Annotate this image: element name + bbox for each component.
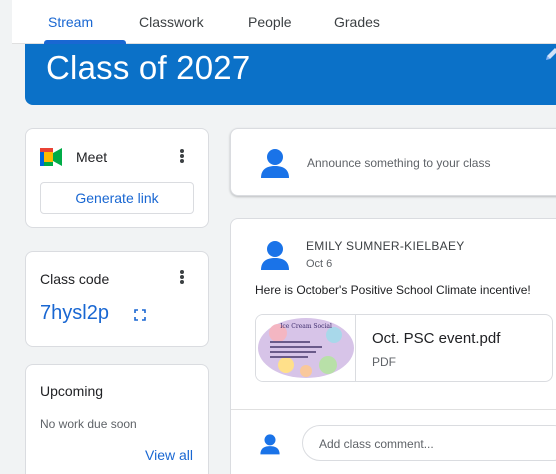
attachment-type: PDF [372, 355, 396, 369]
class-banner: Class of 2027 [25, 44, 556, 105]
banner-illustration [546, 48, 556, 60]
attachment-name: Oct. PSC event.pdf [372, 330, 501, 347]
class-title: Class of 2027 [46, 49, 251, 86]
meet-card: Meet Generate link [25, 128, 209, 228]
tab-grades[interactable]: Grades [334, 14, 380, 30]
top-nav: Stream Classwork People Grades [12, 0, 556, 44]
meet-more-icon[interactable] [179, 148, 185, 166]
user-avatar-icon [261, 149, 289, 178]
post-author: EMILY SUMNER-KIELBAEY [306, 239, 465, 253]
comment-placeholder: Add class comment... [319, 437, 434, 451]
divider [231, 409, 556, 410]
attachment-thumbnail: Ice Cream Social [256, 315, 356, 381]
class-code-card: Class code 7hysl2p [25, 251, 209, 347]
class-comment-input[interactable]: Add class comment... [302, 425, 556, 461]
class-code-label: Class code [40, 271, 110, 287]
google-meet-icon [40, 148, 62, 166]
post-date: Oct 6 [306, 258, 333, 270]
announce-box[interactable]: Announce something to your class [230, 128, 556, 196]
tab-classwork[interactable]: Classwork [139, 14, 204, 30]
upcoming-title: Upcoming [40, 383, 104, 399]
author-avatar-icon [261, 241, 289, 270]
pdf-attachment[interactable]: Ice Cream Social Oct. PSC event.pdf PDF [255, 314, 553, 382]
fullscreen-icon[interactable] [134, 309, 146, 321]
stream-post: EMILY SUMNER-KIELBAEY Oct 6 Here is Octo… [230, 218, 556, 474]
generate-link-button[interactable]: Generate link [40, 182, 194, 214]
class-code-value: 7hysl2p [40, 302, 109, 324]
tab-people[interactable]: People [248, 14, 292, 30]
tab-stream[interactable]: Stream [48, 14, 93, 30]
upcoming-card: Upcoming No work due soon View all [25, 364, 209, 474]
view-all-link[interactable]: View all [145, 447, 193, 463]
post-text: Here is October's Positive School Climat… [255, 283, 531, 297]
class-code-more-icon[interactable] [179, 269, 185, 287]
upcoming-empty-text: No work due soon [40, 417, 137, 431]
thumbnail-title: Ice Cream Social [280, 323, 332, 330]
announce-placeholder: Announce something to your class [307, 156, 491, 170]
meet-label: Meet [76, 149, 108, 165]
commenter-avatar-icon [260, 434, 280, 455]
